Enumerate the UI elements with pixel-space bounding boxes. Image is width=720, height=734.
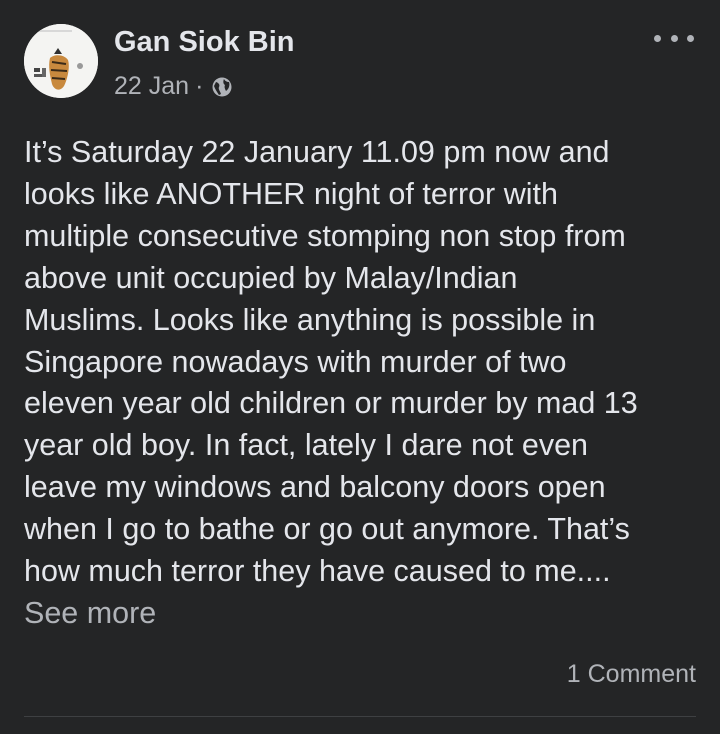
post-meta: 22 Jan · xyxy=(114,72,233,101)
post-header: Gan Siok Bin 22 Jan · xyxy=(22,22,698,101)
comment-count-link[interactable]: 1 Comment xyxy=(567,657,696,691)
author-name[interactable]: Gan Siok Bin xyxy=(114,26,294,59)
avatar-image xyxy=(24,24,98,98)
post-body: It’s Saturday 22 January 11.09 pm now an… xyxy=(24,135,638,589)
more-horizontal-icon xyxy=(654,34,661,42)
meta-separator: · xyxy=(195,72,204,100)
globe-icon xyxy=(211,76,233,98)
more-options-button[interactable] xyxy=(654,26,694,50)
post-card: Gan Siok Bin 22 Jan · It’s Saturday 22 J… xyxy=(0,0,720,734)
avatar[interactable] xyxy=(24,24,98,98)
divider xyxy=(24,716,696,717)
post-date[interactable]: 22 Jan xyxy=(114,72,189,101)
see-more-link[interactable]: See more xyxy=(24,592,156,634)
